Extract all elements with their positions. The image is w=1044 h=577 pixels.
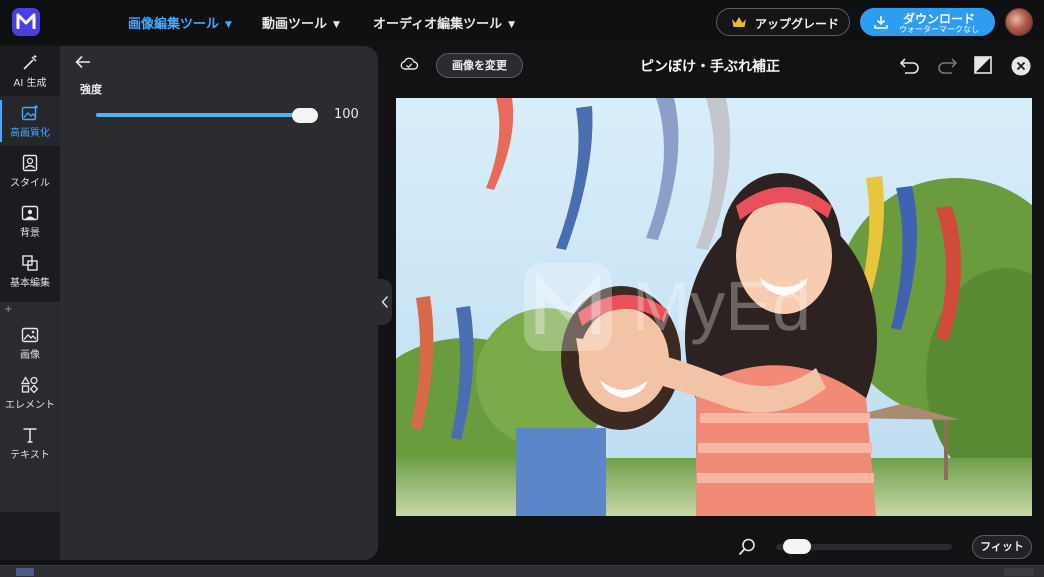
elements-icon <box>21 376 39 394</box>
upgrade-button[interactable]: アップグレード <box>716 8 850 36</box>
nav-image-tools-label: 画像編集ツール <box>128 17 220 32</box>
enhance-image-icon <box>21 105 38 121</box>
download-icon <box>874 16 888 29</box>
rail-item-basic-edit[interactable]: 基本編集 <box>0 246 60 296</box>
nav-image-tools[interactable]: 画像編集ツール ▼ <box>128 13 232 32</box>
rail-add-group: 画像 エレメント テキスト <box>0 302 60 512</box>
user-avatar[interactable] <box>1005 8 1033 36</box>
download-button[interactable]: ダウンロード ウォーターマークなし <box>860 8 995 36</box>
taskbar-app[interactable] <box>16 568 34 576</box>
rail-item-text[interactable]: テキスト <box>0 418 60 468</box>
watermark-text: MyEd <box>632 267 811 345</box>
canvas-image[interactable]: MyEd <box>396 98 1032 516</box>
nav-video-tools-label: 動画ツール <box>262 17 328 32</box>
close-icon[interactable] <box>1011 56 1031 76</box>
chevron-down-icon: ▼ <box>333 20 340 30</box>
fit-button[interactable]: フィット <box>972 535 1032 559</box>
text-icon <box>23 428 37 443</box>
app-logo[interactable] <box>12 8 40 36</box>
zoom-slider-handle[interactable] <box>783 539 812 554</box>
image-icon <box>21 327 39 343</box>
rail-label: AI 生成 <box>13 78 47 89</box>
crown-icon <box>732 17 746 27</box>
background-icon <box>21 205 39 221</box>
rail-item-ai-generate[interactable]: AI 生成 <box>0 46 60 96</box>
rail-item-image[interactable]: 画像 <box>0 318 60 368</box>
strength-value: 100 <box>334 107 359 122</box>
undo-icon[interactable] <box>899 56 921 74</box>
rail-item-background[interactable]: 背景 <box>0 196 60 246</box>
chevron-down-icon: ▼ <box>508 20 516 30</box>
rail-label: 高画質化 <box>10 128 50 139</box>
top-bar: 画像編集ツール ▼ 動画ツール ▼ オーディオ編集ツール ▼ アップグレード ダウンロ… <box>0 0 1044 44</box>
crop-icon <box>22 255 38 271</box>
chevron-down-icon: ▼ <box>225 20 232 30</box>
cloud-save-icon[interactable] <box>399 56 419 72</box>
download-sublabel: ウォーターマークなし <box>899 25 979 34</box>
rail-label: スタイル <box>10 178 50 189</box>
change-image-button[interactable]: 画像を変更 <box>436 53 523 78</box>
rail-label: 画像 <box>20 350 40 361</box>
upgrade-label: アップグレード <box>755 17 840 31</box>
rail-label: エレメント <box>5 400 55 411</box>
rail-item-elements[interactable]: エレメント <box>0 368 60 418</box>
nav-audio-tools[interactable]: オーディオ編集ツール ▼ <box>373 13 515 32</box>
photo-illustration: MyEd <box>396 98 1032 516</box>
strength-slider-fill <box>96 113 318 117</box>
magic-wand-icon <box>23 55 37 70</box>
canvas-title: ピンぼけ・手ぶれ補正 <box>640 59 780 75</box>
back-arrow-icon[interactable] <box>74 54 92 70</box>
rail-label: 背景 <box>20 228 40 239</box>
tool-rail: AI 生成 高画質化 スタイル 背景 基本編集 画像 エレメント テキスト + <box>0 46 60 560</box>
collapse-panel-handle[interactable] <box>378 279 392 325</box>
rail-label: テキスト <box>10 450 50 461</box>
strength-slider-track[interactable] <box>96 113 318 117</box>
enhance-panel: 強度 100 <box>60 46 378 560</box>
zoom-icon[interactable] <box>738 538 756 556</box>
os-taskbar <box>0 565 1044 577</box>
strength-label: 強度 <box>80 83 102 96</box>
add-symbol: + <box>4 304 13 315</box>
taskbar-tray <box>1004 568 1034 576</box>
rail-item-enhance[interactable]: 高画質化 <box>0 96 60 146</box>
rail-item-style[interactable]: スタイル <box>0 146 60 196</box>
style-icon <box>22 154 38 172</box>
nav-video-tools[interactable]: 動画ツール ▼ <box>262 13 340 32</box>
logo-icon <box>16 13 36 29</box>
chevron-left-icon <box>381 295 389 309</box>
strength-slider-handle[interactable] <box>292 108 318 123</box>
compare-icon[interactable] <box>973 55 993 75</box>
rail-label: 基本編集 <box>10 278 50 289</box>
redo-icon[interactable] <box>936 56 958 74</box>
nav-audio-tools-label: オーディオ編集ツール <box>373 17 503 32</box>
